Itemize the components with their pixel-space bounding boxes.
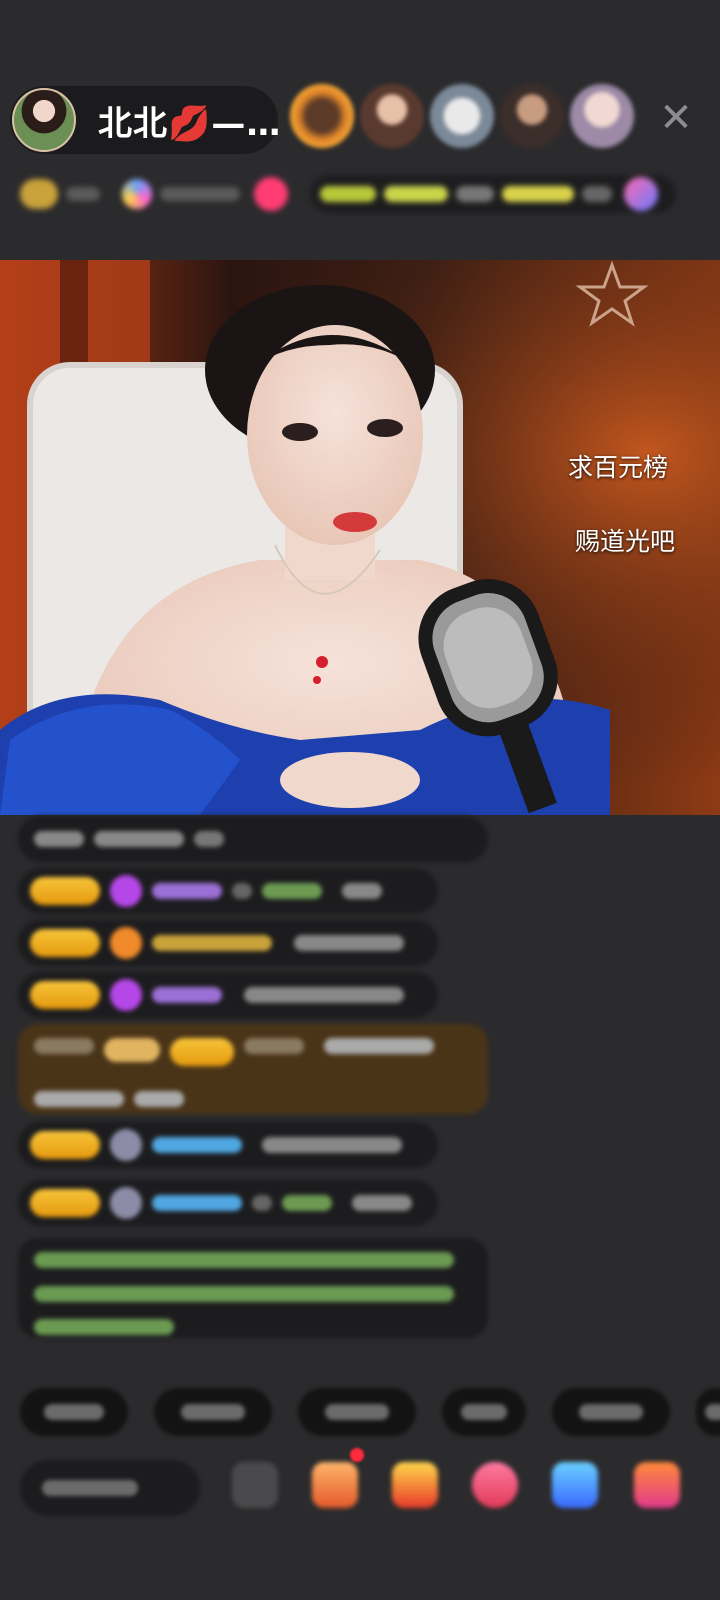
level-badge	[30, 1131, 100, 1159]
quick-reply-chip[interactable]	[696, 1388, 720, 1436]
gem-icon	[110, 875, 142, 907]
level-badge	[30, 981, 100, 1009]
viewer-avatar[interactable]	[500, 84, 564, 148]
gem-icon	[110, 1187, 142, 1219]
fan-club-icon[interactable]	[472, 1462, 518, 1508]
quick-reply-chip[interactable]	[154, 1388, 272, 1436]
quick-reply-chip[interactable]	[20, 1388, 128, 1436]
chat-message-highlight[interactable]	[18, 1024, 488, 1114]
viewer-avatar[interactable]	[290, 84, 354, 148]
red-envelope-icon[interactable]	[392, 1462, 438, 1508]
system-notice	[18, 1238, 488, 1338]
viewer-avatar[interactable]	[360, 84, 424, 148]
top-viewers-list[interactable]	[290, 84, 634, 148]
activity-banner[interactable]	[310, 175, 676, 213]
notification-dot	[350, 1448, 364, 1462]
host-info-pill[interactable]: 北北💋—…	[10, 86, 282, 154]
gem-icon	[110, 1129, 142, 1161]
chat-input[interactable]	[20, 1460, 200, 1516]
chat-message[interactable]	[18, 1122, 438, 1168]
chat-message[interactable]	[18, 1180, 438, 1226]
chat-message[interactable]	[18, 972, 438, 1018]
level-badge	[30, 877, 100, 905]
box-icon[interactable]	[232, 1462, 278, 1508]
chat-message[interactable]	[18, 868, 438, 914]
gem-icon	[110, 979, 142, 1011]
close-icon[interactable]: ✕	[656, 98, 696, 138]
stream-caption-2: 赐道光吧	[575, 527, 676, 556]
chat-message[interactable]	[18, 920, 438, 966]
level-badge	[30, 929, 100, 957]
room-info-row	[20, 174, 700, 214]
hot-list-badge[interactable]	[122, 179, 240, 209]
chat-message[interactable]	[18, 816, 488, 862]
quick-reply-chip[interactable]	[552, 1388, 670, 1436]
host-avatar[interactable]	[12, 88, 76, 152]
quick-reply-chip[interactable]	[442, 1388, 526, 1436]
live-video[interactable]: 求百元榜 赐道光吧	[0, 260, 720, 815]
gem-icon	[110, 927, 142, 959]
camera-icon[interactable]	[634, 1462, 680, 1508]
gift-icon[interactable]	[312, 1462, 358, 1508]
viewer-avatar[interactable]	[570, 84, 634, 148]
rank-badge[interactable]	[20, 179, 100, 209]
quick-reply-chip[interactable]	[298, 1388, 416, 1436]
fan-club-icon[interactable]	[254, 177, 288, 211]
viewer-avatar[interactable]	[430, 84, 494, 148]
stream-caption-1: 求百元榜	[568, 453, 669, 482]
level-badge	[30, 1189, 100, 1217]
host-name: 北北💋—…	[98, 103, 282, 144]
game-icon[interactable]	[552, 1462, 598, 1508]
